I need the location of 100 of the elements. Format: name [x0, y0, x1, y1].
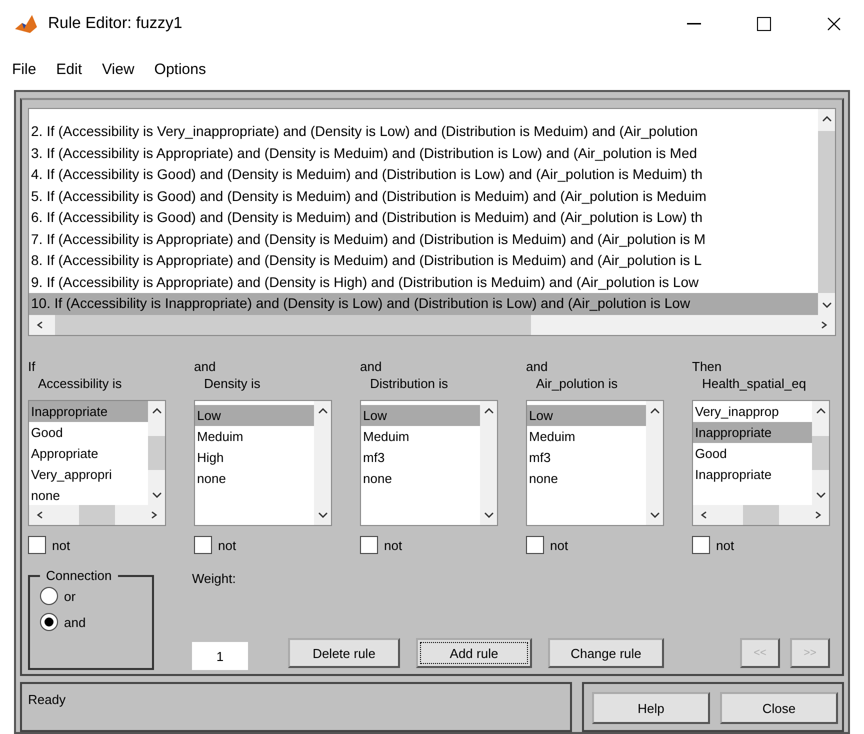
vertical-scrollbar[interactable] — [818, 109, 835, 315]
window-title: Rule Editor: fuzzy1 — [48, 15, 184, 33]
weight-field[interactable]: 1 — [192, 642, 248, 670]
variable-label: Density is — [203, 375, 262, 392]
weight-label: Weight: — [192, 570, 237, 587]
footer-button[interactable]: Help — [592, 692, 710, 724]
scroll-up-icon[interactable] — [484, 407, 494, 415]
close-icon[interactable] — [827, 17, 841, 31]
not-label: not — [52, 536, 70, 554]
rule-list[interactable] — [28, 108, 836, 336]
membership-list[interactable]: Low Meduim High none — [194, 400, 332, 526]
list-option[interactable]: Meduim — [361, 426, 480, 447]
scroll-down-icon[interactable] — [318, 511, 328, 519]
app-logo-icon — [14, 13, 38, 35]
menu-item[interactable]: View — [102, 60, 134, 78]
menu-item[interactable]: File — [12, 60, 36, 78]
scrollbar-thumb[interactable] — [743, 505, 779, 525]
rule-row[interactable]: 2. If (Accessibility is Very_inappropriate) and (Density is Low) and (Distribution is Meduim) and (Air_polution — [29, 121, 818, 142]
rule-row[interactable]: 9. If (Accessibility is Appropriate) and (Density is High) and (Distribution is Meduim) and (Air_polution is Low — [29, 272, 818, 293]
membership-list[interactable]: Very_inapprop Inappropriate Good Inappropriate — [692, 400, 830, 526]
action-button[interactable]: Add rule — [416, 638, 532, 668]
not-checkbox[interactable] — [526, 536, 544, 554]
scroll-left-icon[interactable] — [699, 511, 709, 519]
scroll-right-icon[interactable] — [149, 511, 159, 519]
radio-label: or — [64, 588, 76, 604]
scroll-down-icon[interactable] — [816, 491, 826, 499]
list-option[interactable]: Low — [527, 405, 646, 426]
menu-item[interactable]: Options — [154, 60, 206, 78]
scroll-up-icon[interactable] — [152, 407, 162, 415]
scroll-up-icon[interactable] — [650, 407, 660, 415]
action-button[interactable]: Delete rule — [288, 638, 400, 668]
not-checkbox[interactable] — [194, 536, 212, 554]
list-option[interactable]: Inappropriate — [29, 401, 148, 422]
footer-button[interactable]: Close — [720, 692, 838, 724]
horizontal-scrollbar[interactable] — [693, 505, 829, 525]
list-option[interactable]: Appropriate — [29, 443, 148, 464]
not-checkbox[interactable] — [692, 536, 710, 554]
scroll-right-icon[interactable] — [813, 511, 823, 519]
variable-label: Accessibility is — [37, 375, 123, 392]
maximize-icon[interactable] — [757, 17, 771, 31]
rule-row[interactable]: 4. If (Accessibility is Good) and (Density is Meduim) and (Distribution is Low) and (Air_polution is Meduim) th — [29, 164, 818, 186]
minimize-icon[interactable] — [687, 23, 701, 25]
list-option[interactable]: none — [361, 468, 480, 489]
variable-label: Air_polution is — [535, 375, 619, 392]
scroll-down-icon[interactable] — [822, 301, 832, 309]
list-option[interactable]: Low — [195, 405, 314, 426]
scroll-right-icon[interactable] — [819, 321, 829, 329]
membership-list[interactable]: Low Meduim mf3 none — [360, 400, 498, 526]
rule-row[interactable]: 10. If (Accessibility is Inappropriate) and (Density is Low) and (Distribution is Low) and (Air_polution is Low — [29, 293, 818, 314]
connector-label: and — [194, 358, 217, 375]
list-option[interactable]: High — [195, 447, 314, 468]
list-option[interactable]: Meduim — [527, 426, 646, 447]
vertical-scrollbar[interactable] — [812, 401, 829, 505]
horizontal-scrollbar[interactable] — [29, 505, 165, 525]
vertical-scrollbar[interactable] — [148, 401, 165, 505]
scrollbar-thumb[interactable] — [79, 505, 115, 525]
not-checkbox[interactable] — [360, 536, 378, 554]
list-option[interactable]: none — [29, 485, 148, 505]
list-option[interactable]: none — [527, 468, 646, 489]
list-option[interactable]: Meduim — [195, 426, 314, 447]
horizontal-scrollbar[interactable] — [29, 315, 835, 335]
list-option[interactable]: Good — [693, 443, 812, 464]
rule-row[interactable]: 5. If (Accessibility is Good) and (Density is Meduim) and (Distribution is Meduim) and (Air_polution is Meduim — [29, 186, 818, 207]
radio-label: and — [64, 614, 86, 630]
membership-list[interactable]: Inappropriate Good Appropriate Very_appropri none — [28, 400, 166, 526]
connector-label: Then — [692, 358, 723, 375]
rule-row[interactable]: 3. If (Accessibility is Appropriate) and (Density is Meduim) and (Distribution is Low) and (Air_polution is Med — [29, 142, 818, 164]
list-option[interactable]: Inappropriate — [693, 422, 812, 443]
action-button[interactable]: Change rule — [548, 638, 664, 668]
list-option[interactable]: Inappropriate — [693, 464, 812, 485]
scroll-down-icon[interactable] — [650, 511, 660, 519]
scroll-left-icon[interactable] — [35, 321, 45, 329]
list-option[interactable]: Good — [29, 422, 148, 443]
list-option[interactable]: mf3 — [361, 447, 480, 468]
status-text: Ready — [20, 682, 572, 732]
vertical-scrollbar[interactable] — [646, 401, 663, 525]
list-option[interactable]: Low — [361, 405, 480, 426]
membership-list[interactable]: Low Meduim mf3 none — [526, 400, 664, 526]
scroll-up-icon[interactable] — [816, 407, 826, 415]
list-option[interactable]: Very_appropri — [29, 464, 148, 485]
scroll-left-icon[interactable] — [35, 511, 45, 519]
scroll-down-icon[interactable] — [484, 511, 494, 519]
scroll-up-icon[interactable] — [318, 407, 328, 415]
list-option[interactable]: none — [195, 468, 314, 489]
scrollbar-thumb[interactable] — [812, 436, 829, 470]
list-option[interactable]: mf3 — [527, 447, 646, 468]
scroll-up-icon[interactable] — [822, 115, 832, 123]
menu-item[interactable]: Edit — [56, 60, 82, 78]
vertical-scrollbar[interactable] — [314, 401, 331, 525]
radio-button[interactable] — [40, 587, 58, 605]
scroll-down-icon[interactable] — [152, 491, 162, 499]
not-checkbox[interactable] — [28, 536, 46, 554]
rule-row[interactable]: 8. If (Accessibility is Appropriate) and (Density is Meduim) and (Distribution is Meduim) and (Air_polution is L — [29, 250, 818, 272]
list-option[interactable]: Very_inapprop — [693, 401, 812, 422]
scrollbar-thumb[interactable] — [148, 436, 165, 470]
not-label: not — [716, 536, 734, 554]
radio-button[interactable] — [40, 613, 58, 631]
rule-row[interactable]: 6. If (Accessibility is Good) and (Density is Meduim) and (Distribution is Meduim) and (Air_polution is Low) th — [29, 207, 818, 228]
vertical-scrollbar[interactable] — [480, 401, 497, 525]
rule-row[interactable]: 7. If (Accessibility is Appropriate) and (Density is Meduim) and (Distribution is Meduim) and (Air_polution is M — [29, 228, 818, 250]
